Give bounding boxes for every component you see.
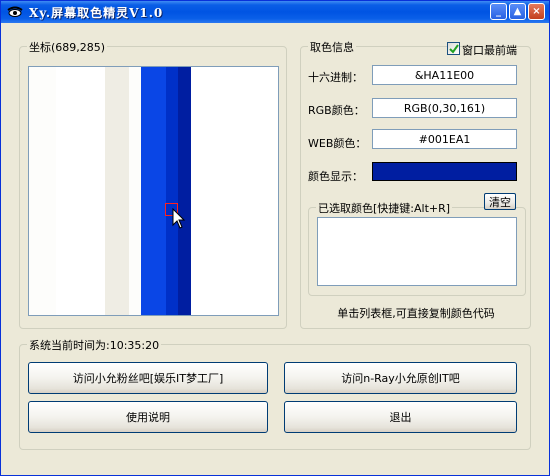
system-group: 系统当前时间为:10:35:20	[19, 337, 531, 450]
rgb-value-field[interactable]: RGB(0,30,161)	[372, 98, 517, 118]
web-value-field[interactable]: #001EA1	[372, 129, 517, 149]
hex-value-field[interactable]: &HA11E00	[372, 65, 517, 85]
preview-strip	[178, 67, 191, 315]
picked-legend: 已选取颜色[快捷键:Alt+R]	[316, 200, 453, 216]
preview-strip	[129, 67, 141, 315]
picked-colors-list[interactable]	[317, 217, 517, 286]
hex-label: 十六进制：	[308, 71, 363, 84]
clear-button[interactable]: 清空	[484, 193, 516, 210]
preview-strip	[141, 67, 166, 315]
topmost-checkbox[interactable]	[447, 42, 460, 55]
coord-legend: 坐标(689,285)	[27, 39, 108, 55]
mouse-cursor-icon	[172, 207, 186, 233]
maximize-button[interactable]: ▲	[509, 3, 526, 20]
preview-strip	[105, 67, 129, 315]
display-label: 颜色显示：	[308, 170, 363, 183]
help-button[interactable]: 使用说明	[28, 401, 268, 433]
close-button[interactable]: ×	[528, 3, 545, 20]
visit-original-button[interactable]: 访问n-Ray小允原创IT吧	[284, 362, 517, 394]
copy-hint: 单击列表框,可直接复制颜色代码	[337, 307, 495, 320]
magnifier-preview	[28, 66, 279, 316]
visit-fans-button[interactable]: 访问小允粉丝吧[娱乐IT梦工厂]	[28, 362, 268, 394]
window-title: Xy.屏幕取色精灵V1.0	[29, 5, 164, 20]
topmost-label: 窗口最前端	[462, 44, 517, 57]
color-info-legend: 取色信息	[308, 39, 356, 55]
web-label: WEB颜色：	[308, 137, 367, 150]
preview-strip	[166, 67, 178, 315]
exit-button[interactable]: 退出	[284, 401, 517, 433]
system-time-legend: 系统当前时间为:10:35:20	[27, 337, 162, 353]
title-bar[interactable]: Xy.屏幕取色精灵V1.0 _ ▲ ×	[1, 1, 549, 23]
app-window: Xy.屏幕取色精灵V1.0 _ ▲ × 坐标(689,285) 取色信息 窗口最…	[0, 0, 550, 476]
rgb-label: RGB颜色：	[308, 104, 365, 117]
eye-icon	[7, 6, 23, 18]
color-swatch	[372, 162, 517, 181]
minimize-button[interactable]: _	[490, 3, 507, 20]
preview-strip	[29, 67, 56, 315]
